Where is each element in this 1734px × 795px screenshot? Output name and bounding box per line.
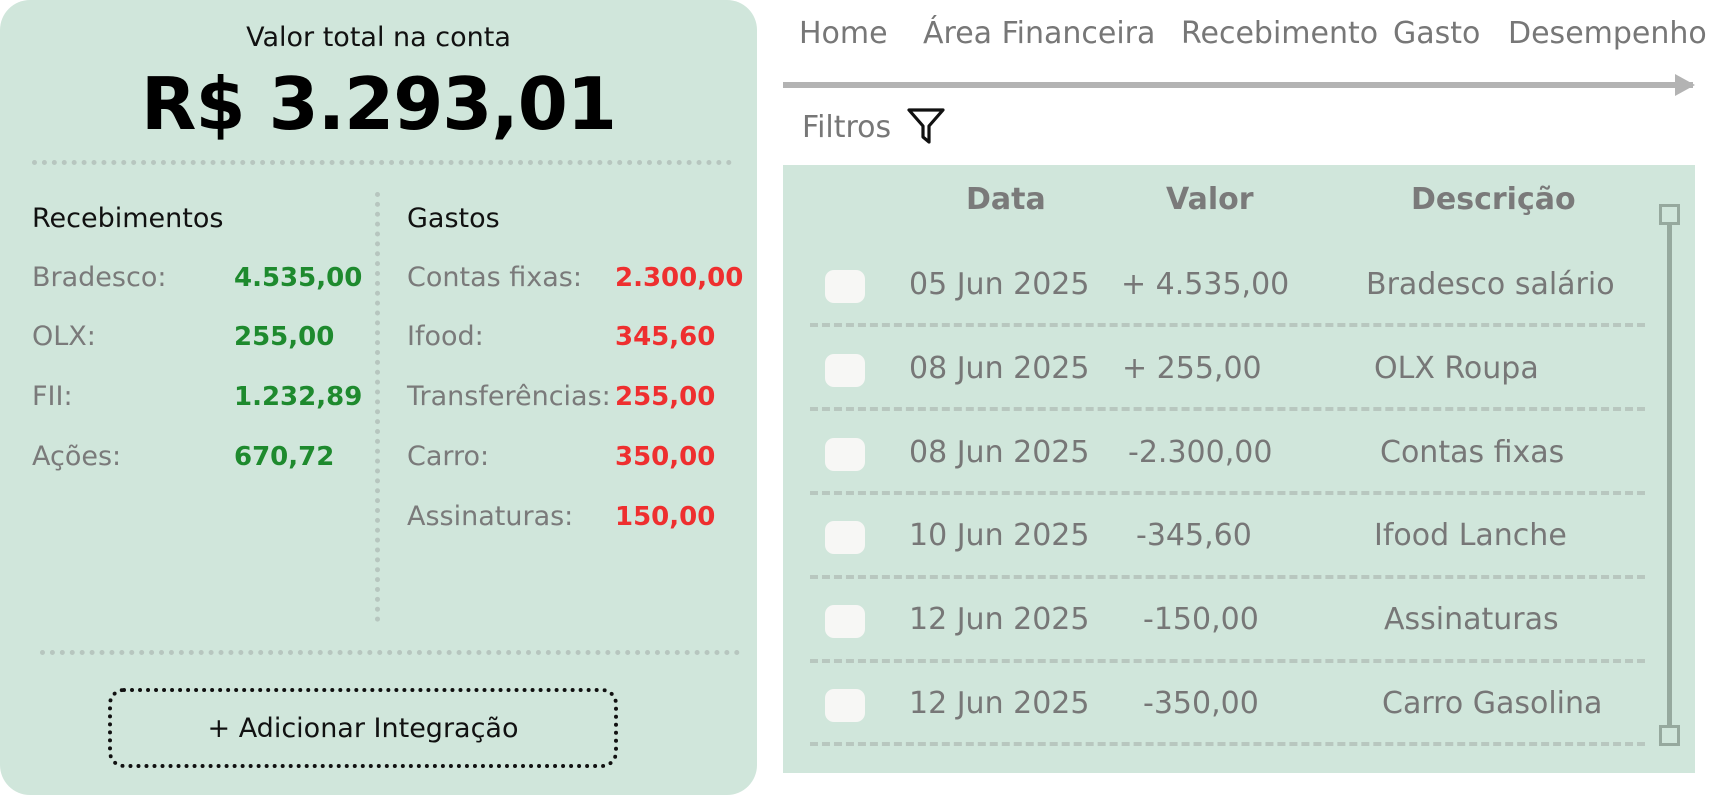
row-value: -150,00	[1143, 602, 1259, 637]
row-description: Bradesco salário	[1366, 267, 1615, 302]
expense-label-contas-fixas: Contas fixas:	[407, 262, 582, 293]
row-value: + 4.535,00	[1121, 267, 1290, 302]
column-header-descricao: Descrição	[1411, 182, 1576, 217]
column-header-valor: Valor	[1166, 182, 1254, 217]
receipt-value-acoes: 670,72	[234, 442, 335, 472]
expense-label-carro: Carro:	[407, 441, 490, 472]
expense-label-assinaturas: Assinaturas:	[407, 501, 574, 532]
expense-value-ifood: 345,60	[615, 322, 716, 352]
row-value: -345,60	[1136, 518, 1252, 553]
row-date: 08 Jun 2025	[909, 351, 1090, 386]
row-divider	[810, 742, 1645, 746]
expenses-title: Gastos	[407, 203, 500, 234]
summary-divider-top	[32, 160, 732, 165]
row-checkbox[interactable]	[825, 605, 865, 638]
row-divider	[810, 323, 1645, 327]
scrollbar-top-handle[interactable]	[1659, 204, 1680, 225]
row-value: + 255,00	[1122, 351, 1262, 386]
add-integration-button[interactable]: + Adicionar Integração	[108, 688, 618, 768]
receipt-value-olx: 255,00	[234, 322, 335, 352]
row-description: Assinaturas	[1384, 602, 1559, 637]
nav-item-desempenho[interactable]: Desempenho	[1508, 16, 1707, 51]
table-scrollbar[interactable]	[1667, 215, 1672, 735]
nav-item-area-financeira[interactable]: Área Financeira	[923, 16, 1155, 51]
nav-item-recebimento[interactable]: Recebimento	[1181, 16, 1378, 51]
filters-label: Filtros	[802, 109, 892, 145]
receipt-label-fii: FII:	[32, 381, 73, 412]
expense-value-contas-fixas: 2.300,00	[615, 263, 744, 293]
expense-value-transferencias: 255,00	[615, 382, 716, 412]
nav-arrow-icon	[1675, 74, 1695, 96]
row-divider	[810, 491, 1645, 495]
receipts-title: Recebimentos	[32, 203, 224, 234]
row-date: 08 Jun 2025	[909, 435, 1090, 470]
expense-label-transferencias: Transferências:	[407, 381, 611, 412]
filters-button[interactable]: Filtros	[802, 104, 947, 150]
scrollbar-bottom-handle[interactable]	[1659, 725, 1680, 746]
row-date: 12 Jun 2025	[909, 686, 1090, 721]
row-value: -2.300,00	[1128, 435, 1273, 470]
row-description: Carro Gasolina	[1382, 686, 1603, 721]
summary-divider-bottom	[40, 650, 740, 655]
nav-item-home[interactable]: Home	[799, 16, 888, 51]
expense-label-ifood: Ifood:	[407, 321, 484, 352]
receipt-label-olx: OLX:	[32, 321, 96, 352]
row-date: 12 Jun 2025	[909, 602, 1090, 637]
funnel-icon	[905, 104, 947, 150]
row-description: Contas fixas	[1380, 435, 1565, 470]
total-balance-value: R$ 3.293,01	[141, 62, 617, 146]
nav-underline	[783, 82, 1693, 88]
row-divider	[810, 575, 1645, 579]
receipt-value-fii: 1.232,89	[234, 382, 363, 412]
receipt-label-acoes: Ações:	[32, 441, 122, 472]
summary-column-divider	[375, 192, 380, 622]
row-checkbox[interactable]	[825, 521, 865, 554]
expense-value-carro: 350,00	[615, 442, 716, 472]
row-checkbox[interactable]	[825, 270, 865, 303]
row-divider	[810, 407, 1645, 411]
row-description: OLX Roupa	[1374, 351, 1539, 386]
nav-item-gasto[interactable]: Gasto	[1393, 16, 1480, 51]
row-description: Ifood Lanche	[1374, 518, 1567, 553]
row-date: 05 Jun 2025	[909, 267, 1090, 302]
total-balance-label: Valor total na conta	[246, 22, 511, 53]
receipt-value-bradesco: 4.535,00	[234, 263, 363, 293]
row-checkbox[interactable]	[825, 689, 865, 722]
row-divider	[810, 659, 1645, 663]
row-value: -350,00	[1143, 686, 1259, 721]
row-checkbox[interactable]	[825, 438, 865, 471]
column-header-data: Data	[966, 182, 1046, 217]
row-checkbox[interactable]	[825, 354, 865, 387]
expense-value-assinaturas: 150,00	[615, 502, 716, 532]
receipt-label-bradesco: Bradesco:	[32, 262, 167, 293]
row-date: 10 Jun 2025	[909, 518, 1090, 553]
